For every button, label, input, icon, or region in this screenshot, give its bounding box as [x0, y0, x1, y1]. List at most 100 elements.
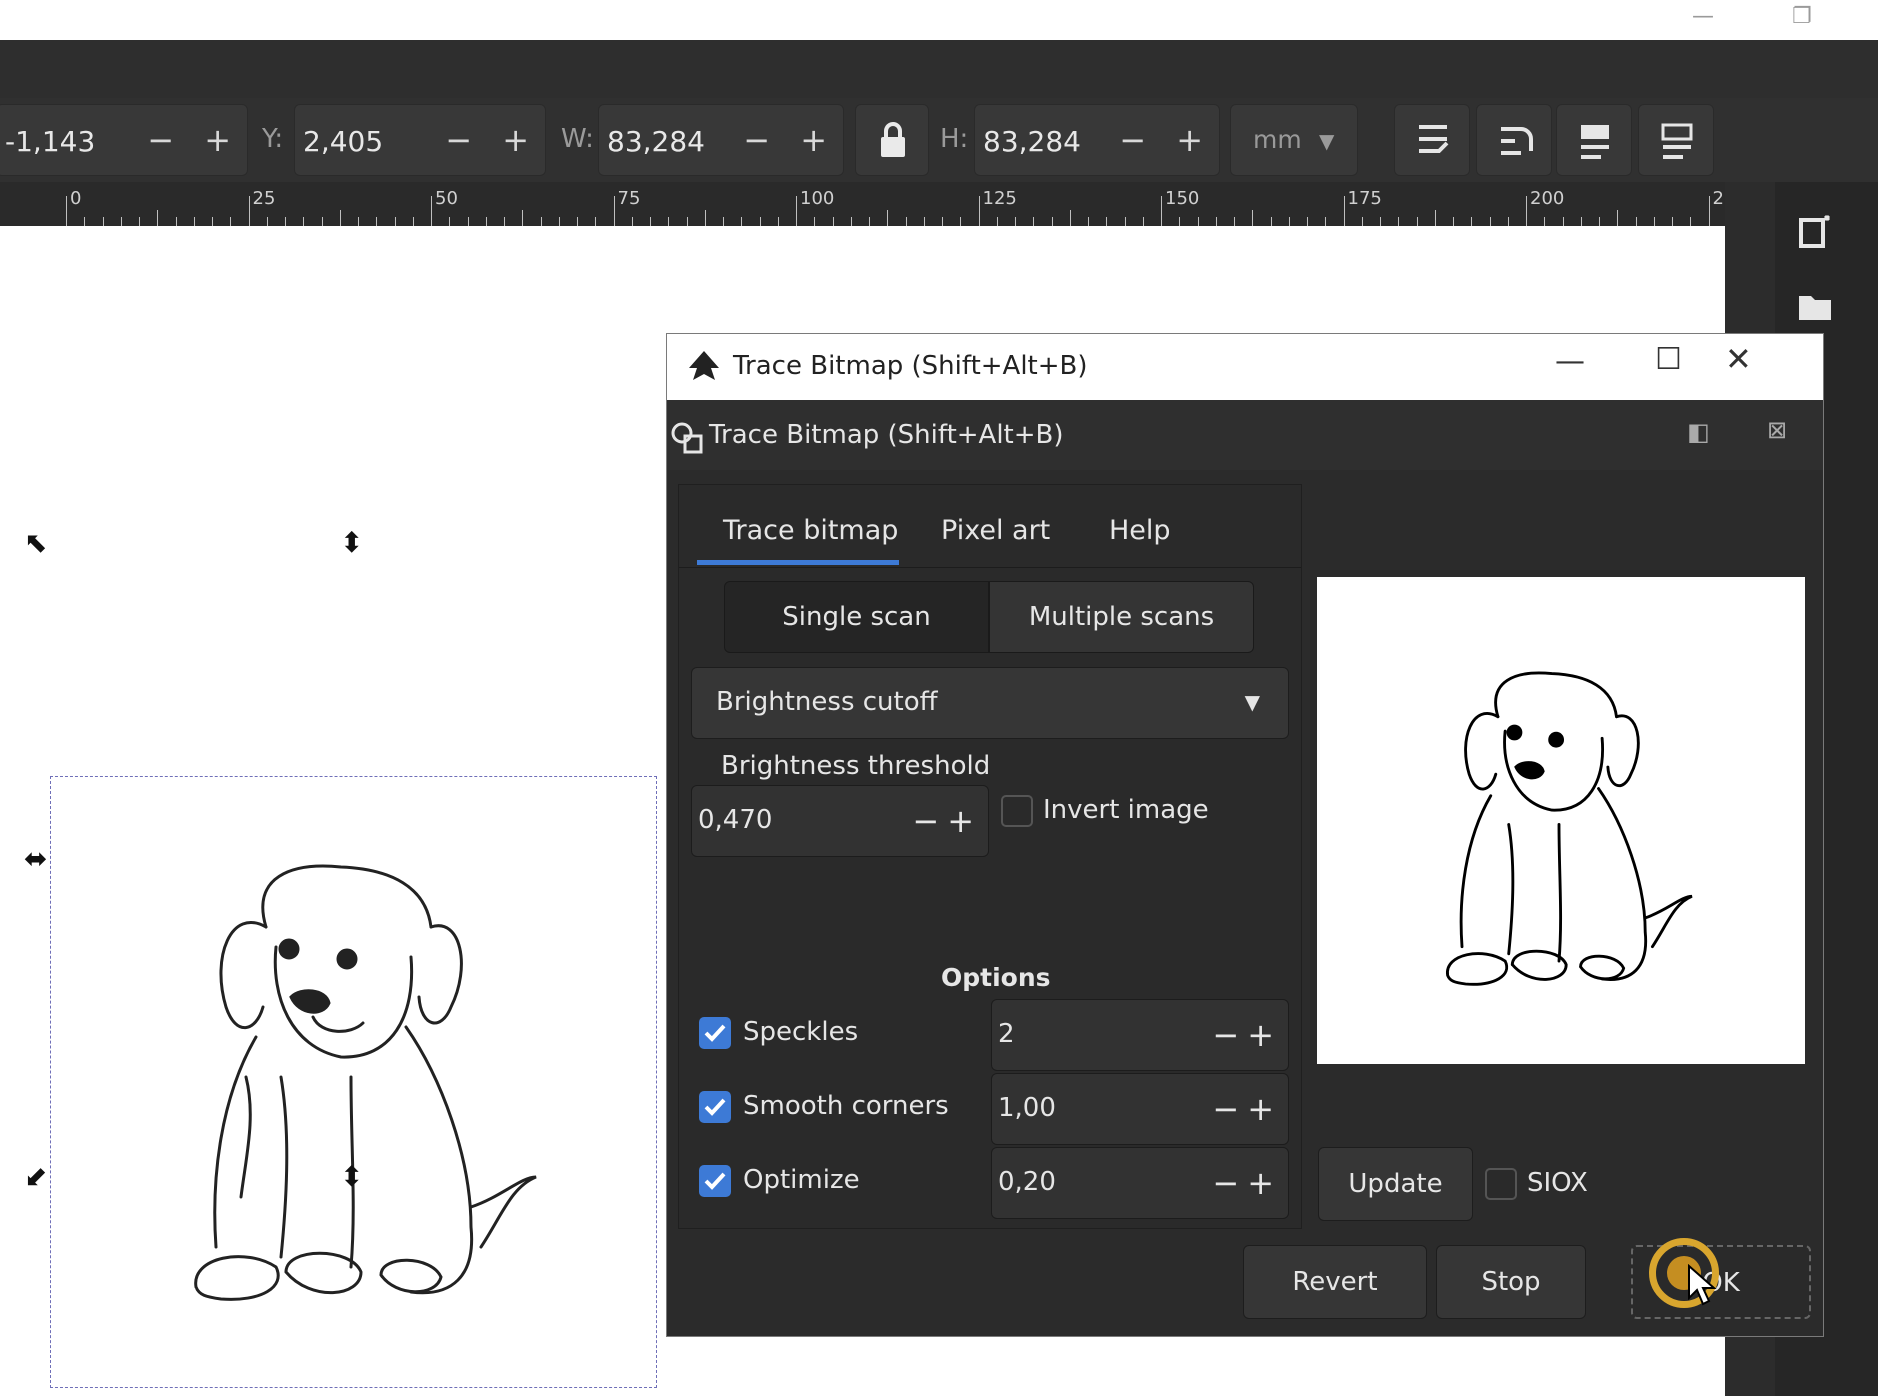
ruler-label: 200 [1530, 188, 1565, 209]
tab-trace-bitmap[interactable]: Trace bitmap [723, 515, 898, 546]
brightness-threshold-label: Brightness threshold [721, 751, 991, 781]
ruler-minor-tick [1544, 217, 1546, 226]
ruler-minor-tick [467, 217, 469, 226]
multiple-scans-button[interactable]: Multiple scans [989, 581, 1254, 653]
ruler-minor-tick [1416, 217, 1418, 226]
lock-ratio-button[interactable] [855, 104, 929, 176]
smooth-corners-input[interactable]: 1,00 −+ [991, 1073, 1289, 1145]
unit-select[interactable]: mm ▼ [1230, 104, 1358, 176]
panel-title: Trace Bitmap (Shift+Alt+B) [709, 420, 1064, 450]
ruler-minor-tick [102, 217, 104, 226]
smooth-corners-stepper[interactable]: −+ [1212, 1090, 1282, 1128]
h-stepper[interactable]: − + [1119, 121, 1213, 159]
revert-button[interactable]: Revert [1243, 1245, 1427, 1319]
chevron-down-icon: ▼ [1319, 129, 1335, 153]
ruler-minor-tick [1015, 217, 1016, 226]
dialog-panel-header: Trace Bitmap (Shift+Alt+B) ◧ ⊠ [667, 400, 1823, 470]
scale-stroke-button[interactable] [1394, 104, 1470, 176]
ruler-minor-tick [1599, 217, 1600, 226]
single-scan-button[interactable]: Single scan [724, 581, 989, 653]
speckles-value: 2 [998, 1019, 1015, 1049]
traced-dog-preview [1446, 671, 1693, 986]
move-gradients-button[interactable] [1556, 104, 1632, 176]
invert-image-checkbox[interactable] [1001, 795, 1033, 827]
resize-handle-bottom-left[interactable]: ⬋ [24, 1160, 47, 1193]
resize-handle-top[interactable]: ⬍ [340, 526, 363, 559]
tab-pixel-art[interactable]: Pixel art [941, 515, 1050, 546]
ruler-major-tick [66, 196, 67, 226]
h-field[interactable]: 83,284 − + [974, 104, 1220, 176]
ruler-minor-tick [394, 217, 396, 226]
optimize-input[interactable]: 0,20 −+ [991, 1147, 1289, 1219]
move-patterns-button[interactable] [1638, 104, 1714, 176]
resize-handle-top-left[interactable]: ⬉ [24, 526, 47, 559]
x-field[interactable]: -1,143 − + [0, 104, 248, 176]
smooth-corners-value: 1,00 [998, 1093, 1056, 1123]
ruler-minor-tick [1453, 217, 1454, 226]
brightness-threshold-stepper[interactable]: −+ [912, 802, 982, 840]
ruler-minor-tick [1653, 217, 1655, 226]
scale-corners-button[interactable] [1476, 104, 1552, 176]
w-value: 83,284 [607, 125, 705, 158]
scale-corners-icon [1501, 127, 1533, 155]
ruler-minor-tick [759, 217, 761, 226]
y-field[interactable]: 2,405 − + [294, 104, 546, 176]
w-label: W: [561, 124, 594, 154]
close-panel-icon[interactable]: ⊠ [1767, 416, 1787, 444]
smooth-corners-checkbox[interactable] [699, 1091, 731, 1123]
h-value: 83,284 [983, 125, 1081, 158]
ruler-major-tick [1161, 196, 1162, 226]
trace-preview [1317, 577, 1805, 1064]
tab-help[interactable]: Help [1109, 515, 1171, 546]
selected-bitmap[interactable] [50, 776, 657, 1388]
ruler-minor-tick [1197, 217, 1199, 226]
ruler-minor-tick [704, 210, 706, 226]
restore-icon[interactable]: ❐ [1792, 4, 1812, 29]
brightness-threshold-input[interactable]: 0,470 −+ [691, 785, 989, 857]
ruler-minor-tick [1562, 217, 1564, 226]
lock-icon [881, 122, 905, 157]
ruler-minor-tick [1069, 210, 1071, 226]
undock-icon[interactable]: ◧ [1687, 418, 1710, 446]
dialog-minimize-button[interactable]: — [1555, 344, 1585, 379]
h-label: H: [940, 124, 969, 154]
speckles-stepper[interactable]: −+ [1212, 1016, 1282, 1054]
ruler-minor-tick [1142, 217, 1144, 226]
ruler-minor-tick [1051, 217, 1053, 226]
checkmark-icon [704, 1098, 726, 1116]
ruler-minor-tick [522, 210, 524, 226]
speckles-checkbox[interactable] [699, 1017, 731, 1049]
move-gradients-icon [1581, 125, 1609, 159]
x-value: -1,143 [5, 125, 96, 158]
siox-checkbox[interactable] [1485, 1168, 1517, 1200]
dialog-close-button[interactable]: ✕ [1725, 340, 1752, 378]
resize-handle-left[interactable]: ⬌ [24, 842, 47, 875]
w-field[interactable]: 83,284 − + [598, 104, 844, 176]
ruler-minor-tick [741, 217, 743, 226]
optimize-stepper[interactable]: −+ [1212, 1164, 1282, 1202]
dialog-maximize-button[interactable]: ☐ [1655, 342, 1682, 377]
ruler-minor-tick [887, 210, 889, 226]
open-folder-icon[interactable] [1795, 286, 1835, 326]
detection-mode-select[interactable]: Brightness cutoff ▼ [691, 667, 1289, 739]
optimize-checkbox[interactable] [699, 1165, 731, 1197]
ruler-minor-tick [558, 217, 560, 226]
y-stepper[interactable]: − + [445, 121, 539, 159]
stop-button[interactable]: Stop [1436, 1245, 1586, 1319]
resize-handle-bottom[interactable]: ⬍ [340, 1160, 363, 1193]
update-button[interactable]: Update [1318, 1147, 1473, 1221]
ruler-minor-tick [577, 217, 578, 226]
ruler-minor-tick [905, 217, 907, 226]
ruler-minor-tick [777, 217, 779, 226]
x-stepper[interactable]: − + [147, 121, 241, 159]
ruler-label: 150 [1165, 188, 1200, 209]
dog-drawing [194, 864, 537, 1301]
ruler-minor-tick [960, 217, 962, 226]
dialog-titlebar[interactable]: Trace Bitmap (Shift+Alt+B) — ☐ ✕ [667, 334, 1823, 400]
ruler-minor-tick [1635, 217, 1637, 226]
new-document-icon[interactable] [1795, 212, 1835, 252]
minimize-icon[interactable]: — [1692, 4, 1714, 29]
speckles-input[interactable]: 2 −+ [991, 999, 1289, 1071]
speckles-label: Speckles [743, 1017, 859, 1047]
w-stepper[interactable]: − + [743, 121, 837, 159]
